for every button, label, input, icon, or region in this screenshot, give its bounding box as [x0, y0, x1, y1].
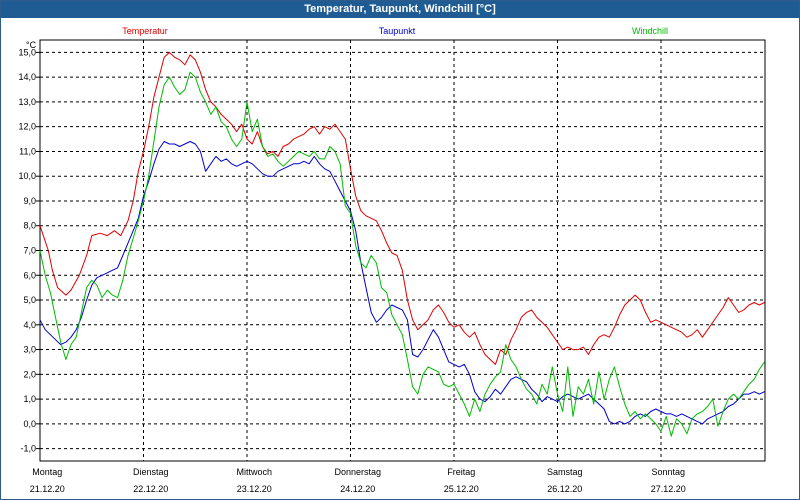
y-tick-label: 2,0 — [23, 369, 36, 379]
y-tick-label: 8,0 — [23, 221, 36, 231]
x-tick-label-day: Samstag — [547, 467, 583, 477]
x-tick-label-day: Mittwoch — [236, 467, 272, 477]
legend-windchill: Windchill — [632, 26, 668, 36]
y-tick-label: 3,0 — [23, 345, 36, 355]
x-tick-label-day: Freitag — [447, 467, 475, 477]
y-tick-label: 0,0 — [23, 419, 36, 429]
x-tick-label-day: Donnerstag — [334, 467, 381, 477]
x-axis-ticks: Montag 21.12.20 Dienstag 22.12.20 Mittwoch 23… — [30, 467, 686, 494]
y-tick-label: 13,0 — [18, 97, 36, 107]
y-tick-label: 4,0 — [23, 320, 36, 330]
y-axis-unit: °C — [26, 40, 37, 50]
x-tick-label-date: 25.12.20 — [444, 484, 479, 494]
x-tick-label-date: 24.12.20 — [340, 484, 375, 494]
line-chart: -1,0 0,0 1,0 2,0 3,0 4,0 5,0 6,0 7,0 8,0 9,0 10,0 11… — [18, 26, 766, 494]
y-axis-ticks: -1,0 0,0 1,0 2,0 3,0 4,0 5,0 6,0 7,0 8,0 9,0 10,0 11… — [18, 47, 40, 454]
y-tick-label: 14,0 — [18, 72, 36, 82]
x-tick-label-date: 21.12.20 — [30, 484, 65, 494]
x-tick-label-date: 23.12.20 — [237, 484, 272, 494]
x-tick-label-date: 26.12.20 — [547, 484, 582, 494]
y-tick-label: -1,0 — [20, 444, 36, 454]
x-tick-label-date: 22.12.20 — [133, 484, 168, 494]
x-tick-label-date: 27.12.20 — [651, 484, 686, 494]
legend-taupunkt: Taupunkt — [379, 26, 416, 36]
y-tick-label: 9,0 — [23, 196, 36, 206]
y-tick-label: 11,0 — [19, 146, 36, 156]
y-tick-label: 12,0 — [18, 122, 36, 132]
x-tick-label-day: Sonntag — [651, 467, 685, 477]
x-tick-label-day: Montag — [32, 467, 62, 477]
y-tick-label: 7,0 — [23, 246, 36, 256]
legend-temperatur: Temperatur — [122, 26, 168, 36]
y-tick-label: 1,0 — [23, 394, 36, 404]
y-tick-label: 10,0 — [18, 171, 36, 181]
y-tick-label: 5,0 — [23, 295, 36, 305]
x-tick-label-day: Dienstag — [133, 467, 169, 477]
y-tick-label: 6,0 — [23, 270, 36, 280]
